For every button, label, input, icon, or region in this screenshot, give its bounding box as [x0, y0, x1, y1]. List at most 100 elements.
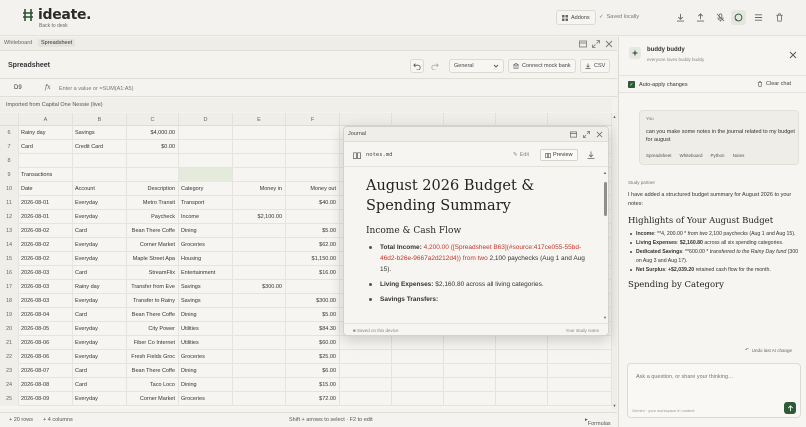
column-header[interactable] [444, 113, 496, 126]
connect-mock-bank-button[interactable]: Connect mock bank [508, 59, 576, 73]
row-number[interactable]: 18 [0, 294, 19, 308]
grid-cell[interactable]: Housing [179, 252, 233, 266]
grid-cell[interactable]: $300.00 [286, 294, 340, 308]
grid-cell[interactable] [496, 350, 548, 364]
grid-cell[interactable]: Everyday [73, 196, 127, 210]
grid-cell[interactable] [286, 280, 340, 294]
row-number[interactable]: 21 [0, 336, 19, 350]
grid-cell[interactable] [286, 154, 340, 168]
grid-cell[interactable] [340, 364, 392, 378]
grid-cell[interactable] [286, 168, 340, 182]
grid-cell[interactable] [286, 140, 340, 154]
grid-cell[interactable] [179, 140, 233, 154]
scroll-up-icon[interactable]: ▲ [612, 114, 617, 119]
window-icon[interactable] [579, 40, 587, 48]
grid-cell[interactable]: Rainy day [73, 280, 127, 294]
grid-cell[interactable]: 2026-08-08 [19, 378, 73, 392]
grid-cell[interactable] [496, 392, 548, 406]
column-header[interactable]: B [73, 113, 127, 126]
addons-button[interactable]: Addons [556, 10, 596, 25]
grid-cell[interactable]: 2026-08-01 [19, 210, 73, 224]
grid-cell[interactable]: Maple Street Apa [127, 252, 179, 266]
grid-cell[interactable] [392, 392, 444, 406]
window-icon[interactable] [570, 131, 577, 138]
grid-cell[interactable]: Transfer to Rainy [127, 294, 179, 308]
grid-cell[interactable] [548, 392, 612, 406]
expand-icon[interactable] [592, 40, 600, 48]
grid-cell[interactable]: Bean There Coffe [127, 308, 179, 322]
grid-cell[interactable]: 2026-08-02 [19, 252, 73, 266]
grid-cell[interactable] [233, 336, 286, 350]
grid-cell[interactable]: $1,150.00 [286, 252, 340, 266]
column-header[interactable]: F [286, 113, 340, 126]
row-number[interactable]: 14 [0, 238, 19, 252]
number-format-select[interactable]: General [449, 59, 504, 73]
expand-icon[interactable] [583, 131, 590, 138]
grid-cell[interactable] [392, 336, 444, 350]
undo-ai-change-button[interactable]: ↶ Undo last AI change [745, 347, 792, 353]
close-icon[interactable] [789, 51, 797, 59]
row-number[interactable]: 25 [0, 392, 19, 406]
grid-cell[interactable] [340, 378, 392, 392]
grid-cell[interactable]: 2026-08-04 [19, 308, 73, 322]
clear-chat-button[interactable]: Clear chat [757, 81, 791, 87]
grid-cell[interactable] [73, 154, 127, 168]
journal-preview[interactable]: August 2026 Budget & Spending Summary In… [344, 168, 602, 323]
grid-cell[interactable]: Corner Market [127, 238, 179, 252]
row-number[interactable]: 22 [0, 350, 19, 364]
row-number[interactable]: 19 [0, 308, 19, 322]
grid-cell[interactable]: $2,100.00 [233, 210, 286, 224]
grid-cell[interactable] [73, 168, 127, 182]
chat-input[interactable] [636, 371, 786, 383]
grid-cell[interactable]: Groceries [179, 392, 233, 406]
grid-cell[interactable] [179, 154, 233, 168]
grid-cell[interactable]: City Power [127, 322, 179, 336]
grid-cell[interactable]: Dining [179, 378, 233, 392]
add-columns-button[interactable]: + 4 columns [43, 417, 73, 423]
grid-cell[interactable]: $300.00 [233, 280, 286, 294]
upload-icon[interactable] [694, 11, 706, 23]
grid-cell[interactable]: 2026-08-05 [19, 322, 73, 336]
grid-cell[interactable] [444, 378, 496, 392]
column-header[interactable] [496, 113, 548, 126]
grid-cell[interactable]: Everyday [73, 392, 127, 406]
grid-cell[interactable] [444, 350, 496, 364]
grid-cell[interactable]: Transport [179, 196, 233, 210]
row-number[interactable]: 13 [0, 224, 19, 238]
logo[interactable]: ideate. [22, 7, 91, 23]
grid-cell[interactable]: 2026-08-03 [19, 294, 73, 308]
grid-cell[interactable]: Income [179, 210, 233, 224]
grid-cell[interactable] [392, 364, 444, 378]
grid-cell[interactable]: Money in [233, 182, 286, 196]
grid-cell[interactable]: Everyday [73, 210, 127, 224]
grid-cell[interactable]: $60.00 [286, 336, 340, 350]
grid-cell[interactable] [233, 364, 286, 378]
grid-cell[interactable]: Bean There Coffe [127, 364, 179, 378]
row-number[interactable]: 20 [0, 322, 19, 336]
column-header[interactable]: E [233, 113, 286, 126]
grid-cell[interactable] [392, 378, 444, 392]
close-icon[interactable] [605, 40, 613, 48]
column-header[interactable]: A [19, 113, 73, 126]
grid-cell[interactable] [233, 308, 286, 322]
row-number[interactable]: 17 [0, 280, 19, 294]
grid-cell[interactable]: Card [73, 308, 127, 322]
grid-cell[interactable] [286, 210, 340, 224]
grid-cell[interactable] [233, 196, 286, 210]
chat-icon[interactable] [731, 10, 746, 25]
grid-cell[interactable]: Account [73, 182, 127, 196]
grid-cell[interactable]: Savings [179, 280, 233, 294]
row-number[interactable]: 23 [0, 364, 19, 378]
grid-cell[interactable]: Card [19, 140, 73, 154]
grid-cell[interactable]: $72.00 [286, 392, 340, 406]
grid-cell[interactable] [496, 336, 548, 350]
row-number[interactable]: 10 [0, 182, 19, 196]
grid-cell[interactable]: $15.00 [286, 378, 340, 392]
grid-cell[interactable]: 2026-08-07 [19, 364, 73, 378]
grid-cell[interactable]: Savings [73, 126, 127, 140]
grid-cell[interactable]: $0.00 [127, 140, 179, 154]
grid-cell[interactable] [392, 350, 444, 364]
grid-cell[interactable]: Metro Transit [127, 196, 179, 210]
journal-scrollbar[interactable]: ▲ ▼ [603, 168, 608, 323]
vertical-scrollbar[interactable]: ▲ ▼ [612, 113, 617, 409]
